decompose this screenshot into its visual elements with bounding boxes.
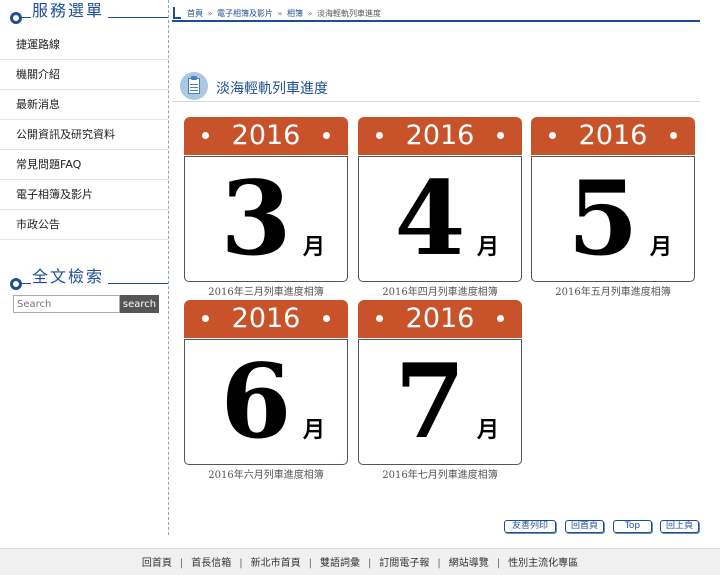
breadcrumb-separator: »: [307, 9, 313, 18]
ring-hole-icon: [376, 315, 383, 322]
album-year: 2016: [405, 303, 475, 334]
footer: 回首頁 | 首長信箱 | 新北市首頁 | 雙語詞彙 | 訂閱電子報 | 網站導覽 | 性別主流化專區: [0, 548, 720, 575]
album-month-unit: 月: [649, 235, 672, 260]
footer-separator: |: [179, 558, 184, 569]
search-input[interactable]: [13, 295, 120, 313]
sidebar-item-news[interactable]: 最新消息: [0, 90, 168, 120]
footer-link-city-home[interactable]: 新北市首頁: [251, 558, 301, 569]
calendar-page: 7 月: [358, 339, 522, 465]
breadcrumb-separator: »: [277, 9, 283, 18]
footer-separator: |: [239, 558, 243, 569]
page-title: 淡海輕軌列車進度: [216, 81, 328, 97]
sidebar-item-mrt-routes[interactable]: 捷運路線: [0, 30, 168, 60]
breadcrumb-corner-icon: [173, 7, 181, 19]
album-year: 2016: [405, 120, 475, 151]
breadcrumb-albums-videos[interactable]: 電子相簿及影片: [217, 9, 273, 18]
column-divider: [168, 0, 169, 535]
ring-hole-icon: [670, 132, 677, 139]
circle-bullet-icon: [10, 278, 22, 290]
calendar-tab: 2016: [358, 300, 522, 338]
breadcrumb-current: 淡海輕軌列車進度: [317, 9, 381, 18]
print-button[interactable]: 友善列印: [504, 520, 556, 533]
album-year: 2016: [231, 120, 301, 151]
breadcrumb-rule: [172, 20, 700, 22]
ring-hole-icon: [323, 315, 330, 322]
album-year: 2016: [231, 303, 301, 334]
footer-link-mayor-mailbox[interactable]: 首長信箱: [191, 558, 231, 569]
album-caption[interactable]: 2016年六月列車進度相簿: [184, 466, 348, 481]
sidebar-item-announcements[interactable]: 市政公告: [0, 210, 168, 240]
album-caption[interactable]: 2016年七月列車進度相簿: [358, 466, 522, 481]
breadcrumb-separator: »: [207, 9, 213, 18]
footer-separator: |: [308, 558, 312, 569]
search-box: search: [13, 295, 159, 313]
calendar-page: 4 月: [358, 156, 522, 282]
footer-link-glossary[interactable]: 雙語詞彙: [320, 558, 360, 569]
calendar-tab: 2016: [531, 117, 695, 155]
breadcrumb: 首頁 » 電子相簿及影片 » 相簿 » 淡海輕軌列車進度: [187, 8, 381, 19]
search-button[interactable]: search: [120, 295, 159, 313]
album-month-unit: 月: [476, 418, 499, 443]
sidebar-item-public-info[interactable]: 公開資訊及研究資料: [0, 120, 168, 150]
album-month-unit: 月: [476, 235, 499, 260]
footer-link-sitemap[interactable]: 網站導覽: [449, 558, 489, 569]
album-caption[interactable]: 2016年三月列車進度相簿: [184, 283, 348, 298]
calendar-tab: 2016: [184, 117, 348, 155]
footer-link-home[interactable]: 回首頁: [142, 558, 172, 569]
sidebar: 服務選單 捷運路線 機關介紹 最新消息 公開資訊及研究資料 常見問題FAQ 電子…: [0, 0, 168, 540]
ring-hole-icon: [549, 132, 556, 139]
service-menu: 捷運路線 機關介紹 最新消息 公開資訊及研究資料 常見問題FAQ 電子相簿及影片…: [0, 30, 168, 240]
footer-separator: |: [437, 558, 441, 569]
ring-hole-icon: [497, 315, 504, 322]
title-rule: [172, 101, 700, 102]
footer-separator: |: [496, 558, 501, 569]
album-month-unit: 月: [302, 418, 325, 443]
calendar-tab: 2016: [184, 300, 348, 338]
service-menu-header: 服務選單: [0, 0, 168, 24]
sidebar-item-albums[interactable]: 電子相簿及影片: [0, 180, 168, 210]
album-month-unit: 月: [302, 235, 325, 260]
calendar-page: 5 月: [531, 156, 695, 282]
search-header: 全文檢索: [0, 266, 168, 290]
breadcrumb-home[interactable]: 首頁: [187, 9, 203, 18]
ring-hole-icon: [376, 132, 383, 139]
footer-link-newsletter[interactable]: 訂閱電子報: [379, 558, 429, 569]
footer-link-gender-mainstreaming[interactable]: 性別主流化專區: [508, 558, 578, 569]
ring-hole-icon: [497, 132, 504, 139]
ring-hole-icon: [202, 315, 209, 322]
search-title: 全文檢索: [31, 266, 109, 288]
breadcrumb-albums[interactable]: 相簿: [287, 9, 303, 18]
calendar-tab: 2016: [358, 117, 522, 155]
top-button[interactable]: Top: [613, 520, 652, 533]
calendar-page: 6 月: [184, 339, 348, 465]
sidebar-item-faq[interactable]: 常見問題FAQ: [0, 150, 168, 180]
back-button[interactable]: 回上頁: [660, 520, 699, 533]
home-button[interactable]: 回首頁: [565, 520, 604, 533]
clipboard-icon: [180, 72, 208, 100]
circle-bullet-icon: [10, 12, 22, 24]
footer-separator: |: [368, 558, 372, 569]
album-caption[interactable]: 2016年四月列車進度相簿: [358, 283, 522, 298]
album-caption[interactable]: 2016年五月列車進度相簿: [531, 283, 695, 298]
calendar-page: 3 月: [184, 156, 348, 282]
sidebar-item-agency-intro[interactable]: 機關介紹: [0, 60, 168, 90]
ring-hole-icon: [323, 132, 330, 139]
service-menu-title: 服務選單: [31, 0, 109, 22]
ring-hole-icon: [202, 132, 209, 139]
album-year: 2016: [578, 120, 648, 151]
